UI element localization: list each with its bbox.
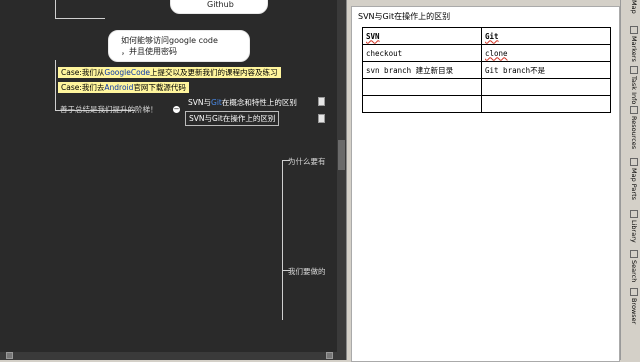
- github-bubble[interactable]: Github: [170, 0, 268, 14]
- table-row: [362, 95, 611, 113]
- node-text: Git: [212, 114, 223, 123]
- bubble-line-1: 如何能够访问google code: [121, 36, 218, 45]
- markers-icon: [630, 26, 638, 34]
- node-text: 在操作上的区别: [222, 114, 276, 123]
- tab-label: Resources: [630, 116, 638, 150]
- table-header-row: SVN Git: [362, 27, 611, 45]
- browser-icon: [630, 288, 638, 296]
- tab-label: Search: [630, 260, 638, 283]
- notes-document[interactable]: SVN与Git在操作上的区别 SVN Git checkout clone sv…: [351, 6, 620, 362]
- node-text: 在概念和特性上的区别: [221, 98, 297, 107]
- tab-label: Library: [630, 220, 638, 243]
- case-link: Android: [104, 83, 134, 92]
- notes-panel: SVN与Git在操作上的区别 SVN Git checkout clone sv…: [346, 0, 621, 362]
- scrollbar-thumb[interactable]: [338, 140, 345, 170]
- tab-label: Task Info: [630, 76, 638, 105]
- tab-resources[interactable]: Resources: [623, 106, 638, 149]
- sidebar-tab-rail: Map Markers Task Info Resources Map Part…: [620, 0, 640, 360]
- summary-node[interactable]: 善于总结是我们提升的阶梯！: [60, 104, 158, 115]
- scroll-left-arrow-icon[interactable]: [6, 352, 13, 359]
- node-text: SVN与: [189, 114, 213, 123]
- case-text: 上提交以及更新我们的课程内容及练习: [150, 68, 278, 77]
- node-text: SVN与: [188, 98, 212, 107]
- tab-map[interactable]: Map: [623, 0, 638, 14]
- document-title: SVN与Git在操作上的区别: [358, 12, 451, 21]
- note-icon[interactable]: [318, 114, 325, 123]
- table-cell[interactable]: [362, 78, 482, 96]
- canvas-vertical-scrollbar[interactable]: [337, 0, 346, 352]
- case-link: GoogleCode: [104, 68, 151, 77]
- cell-text: clone: [485, 48, 508, 58]
- canvas-horizontal-scrollbar[interactable]: [0, 352, 346, 360]
- case-text: 我们去: [81, 83, 105, 92]
- table-cell[interactable]: [362, 95, 482, 113]
- table-cell[interactable]: Git branch不是: [481, 61, 611, 79]
- table-cell[interactable]: svn branch 建立新目录: [362, 61, 482, 79]
- tab-label: Map Parts: [630, 168, 638, 201]
- table-cell[interactable]: [481, 78, 611, 96]
- connector-line: [55, 18, 105, 19]
- case-android-node[interactable]: Case:我们去Android官网下载源代码: [58, 82, 189, 93]
- tab-browser[interactable]: Browser: [623, 288, 638, 324]
- google-code-bubble[interactable]: 如何能够访问google code ，并且使用密码: [108, 30, 250, 62]
- connector-line: [55, 0, 56, 18]
- table-cell[interactable]: checkout: [362, 44, 482, 62]
- bubble-line-2: ，并且使用密码: [121, 47, 177, 56]
- why-node[interactable]: 为什么要有: [288, 156, 326, 167]
- note-icon[interactable]: [318, 97, 325, 106]
- node-text: Git: [211, 98, 222, 107]
- search-icon: [630, 250, 638, 258]
- tab-markers[interactable]: Markers: [623, 26, 638, 62]
- tab-library[interactable]: Library: [623, 210, 638, 243]
- table-cell[interactable]: [481, 95, 611, 113]
- svn-git-concept-node[interactable]: SVN与Git在概念和特性上的区别: [188, 97, 297, 108]
- header-git: Git: [485, 31, 499, 41]
- case-prefix: Case:: [61, 83, 82, 92]
- header-cell[interactable]: SVN: [362, 27, 482, 45]
- table-cell[interactable]: clone: [481, 44, 611, 62]
- case-text: 我们从: [81, 68, 105, 77]
- svn-git-operation-node[interactable]: SVN与Git在操作上的区别: [185, 111, 280, 126]
- tab-label: Map: [630, 0, 638, 14]
- tab-task-info[interactable]: Task Info: [623, 66, 638, 104]
- tab-map-parts[interactable]: Map Parts: [623, 158, 638, 200]
- mind-map-canvas[interactable]: Github 如何能够访问google code ，并且使用密码 Case:我们…: [0, 0, 337, 352]
- case-googlecode-node[interactable]: Case:我们从GoogleCode上提交以及更新我们的课程内容及练习: [58, 67, 281, 78]
- tab-label: Browser: [630, 298, 638, 325]
- case-prefix: Case:: [61, 68, 82, 77]
- table-row: [362, 78, 611, 96]
- connector-line: [282, 160, 283, 320]
- connector-line: [55, 60, 56, 110]
- resources-icon: [630, 106, 638, 114]
- header-cell[interactable]: Git: [481, 27, 611, 45]
- tab-label: Markers: [630, 36, 638, 62]
- comparison-table[interactable]: SVN Git checkout clone svn branch 建立新目录 …: [362, 27, 611, 113]
- header-svn: SVN: [366, 31, 380, 41]
- table-row: checkout clone: [362, 44, 611, 62]
- case-text: 官网下载源代码: [133, 83, 186, 92]
- todo-node[interactable]: 我们要做的: [288, 266, 326, 277]
- library-icon: [630, 210, 638, 218]
- map-parts-icon: [630, 158, 638, 166]
- scroll-right-arrow-icon[interactable]: [326, 352, 333, 359]
- github-text: Github: [207, 0, 234, 9]
- table-row: svn branch 建立新目录 Git branch不是: [362, 61, 611, 79]
- tab-search[interactable]: Search: [623, 250, 638, 282]
- task-info-icon: [630, 66, 638, 74]
- collapse-toggle[interactable]: −: [173, 106, 180, 113]
